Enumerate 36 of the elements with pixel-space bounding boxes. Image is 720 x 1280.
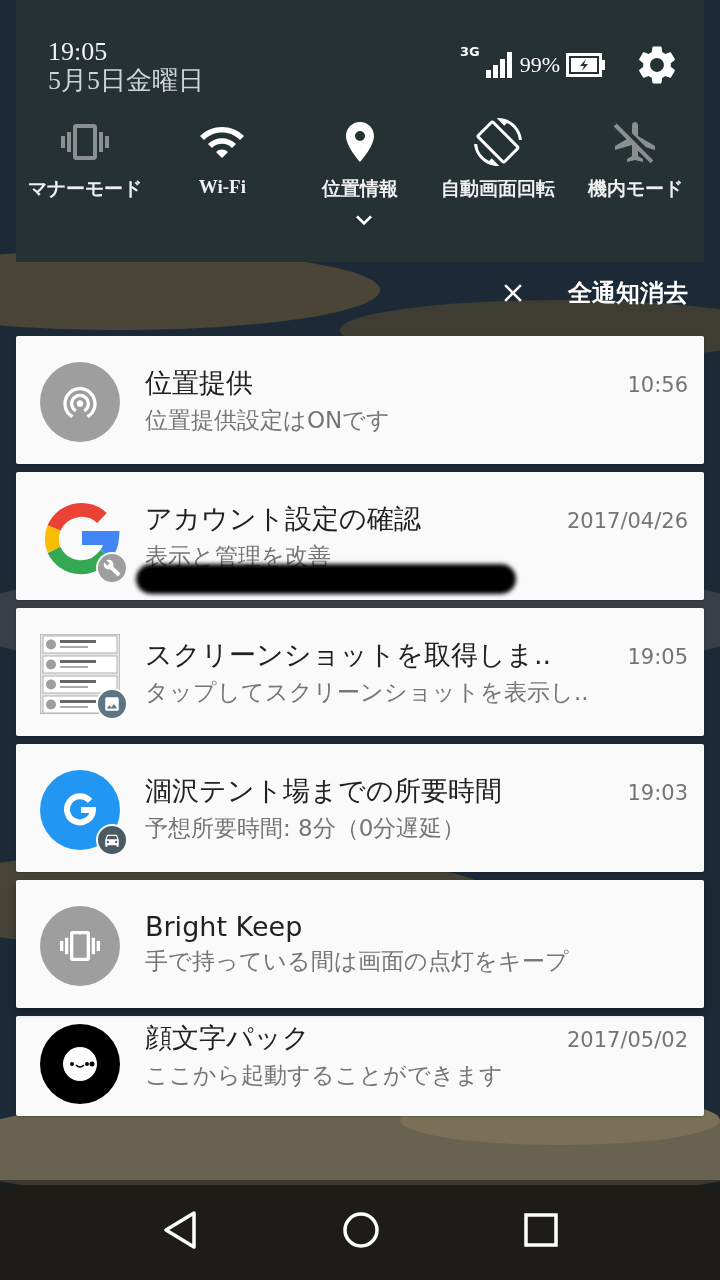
notification-card[interactable]: 涸沢テント場までの所要時間 19:03 予想所要時間: 8分（0分遅延） <box>16 744 704 872</box>
date: 5月5日金曜日 <box>48 66 204 96</box>
battery-level: 99% <box>519 52 560 78</box>
notification-time: 19:03 <box>627 780 688 805</box>
notification-text: タップしてスクリーンショットを表示し.. <box>145 677 590 707</box>
notification-title: アカウント設定の確認 <box>145 501 421 536</box>
rotation-icon[interactable] <box>473 118 522 166</box>
notification-title: 顔文字パック <box>145 1021 310 1055</box>
clock: 19:05 <box>48 38 109 66</box>
notification-card[interactable]: Bright Keep 手で持っている間は画面の点灯をキープ <box>16 880 704 1008</box>
notification-card[interactable]: 顔文字パック 2017/05/02 ここから起動することができます <box>16 1016 704 1116</box>
notification-time: 19:05 <box>627 644 688 669</box>
notification-title: Bright Keep <box>145 911 303 942</box>
notification-time: 10:56 <box>627 372 688 397</box>
notification-text: ここから起動することができます <box>145 1061 504 1090</box>
network-type: 3G <box>459 44 480 59</box>
notification-title: 位置提供 <box>145 365 253 400</box>
notification-card[interactable]: アカウント設定の確認 2017/04/26 表示と管理を改善 <box>16 472 704 600</box>
notification-text: 手で持っている間は画面の点灯をキープ <box>145 947 570 976</box>
notification-time: 2017/05/02 <box>566 1028 688 1052</box>
notification-text: 表示と管理を改善 <box>145 541 332 571</box>
clear-all-button[interactable]: 全通知消去 <box>568 277 688 309</box>
battery-charging-icon <box>566 53 606 77</box>
notification-text: 予想所要時間: 8分（0分遅延） <box>145 813 467 843</box>
quick-setting-label[interactable]: 機内モード <box>587 176 683 202</box>
signal-icon <box>485 52 514 78</box>
notification-card[interactable]: 位置提供 10:56 位置提供設定はONです <box>16 336 704 464</box>
notification-card[interactable]: スクリーンショットを取得しま.. 19:05 タップしてスクリーンショットを表示し.. <box>16 608 704 736</box>
notification-time: 2017/04/26 <box>566 508 688 533</box>
quick-setting-label[interactable]: 自動画面回転 <box>440 176 555 202</box>
quick-setting-label[interactable]: マナーモード <box>27 176 142 202</box>
notification-title: 涸沢テント場までの所要時間 <box>145 773 502 808</box>
notification-title: スクリーンショットを取得しま.. <box>145 637 552 672</box>
notification-text: 位置提供設定はONです <box>145 405 392 435</box>
quick-setting-label[interactable]: 位置情報 <box>322 176 398 202</box>
quick-setting-label[interactable]: Wi-Fi <box>198 176 246 198</box>
